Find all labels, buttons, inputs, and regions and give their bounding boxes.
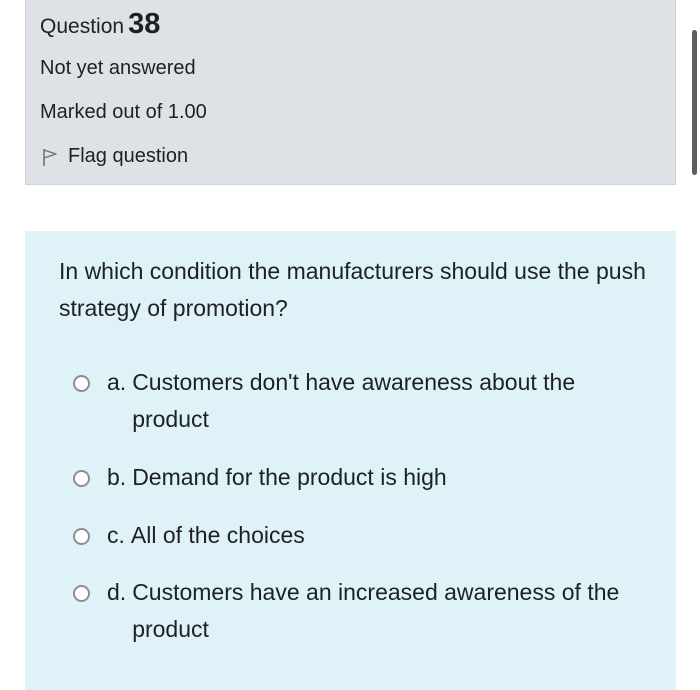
answer-radio-a[interactable]: [73, 375, 90, 392]
answer-radio-b[interactable]: [73, 470, 90, 487]
question-number: 38: [128, 8, 161, 40]
answer-radio-d[interactable]: [73, 585, 90, 602]
answer-letter: b.: [107, 464, 127, 490]
answer-text: Demand for the product is high: [132, 464, 447, 490]
scrollbar-thumb[interactable]: [692, 30, 697, 175]
question-title: Question 38: [40, 8, 160, 41]
answer-option-d[interactable]: d. Customers have an increased awareness…: [73, 574, 632, 648]
answer-text: Customers don't have awareness about the…: [132, 369, 576, 432]
flag-outline-icon: [40, 147, 60, 167]
quiz-page: Question 38 Not yet answered Marked out o…: [0, 0, 700, 690]
flag-question-label: Flag question: [68, 145, 189, 167]
answer-letter: c.: [107, 522, 125, 548]
answer-text: Customers have an increased awareness of…: [132, 579, 620, 642]
answer-text: All of the choices: [130, 522, 305, 548]
question-state: Not yet answered: [40, 57, 196, 79]
question-info-panel: Question 38 Not yet answered Marked out o…: [25, 0, 676, 185]
answer-option-a[interactable]: a. Customers don't have awareness about …: [73, 364, 632, 438]
question-title-prefix: Question: [40, 15, 125, 38]
answer-option-c[interactable]: c. All of the choices: [73, 517, 631, 554]
answer-letter: a.: [107, 369, 127, 395]
answer-option-b[interactable]: b. Demand for the product is high: [73, 459, 632, 496]
answer-letter: d.: [107, 579, 127, 605]
question-grade: Marked out of 1.00: [40, 101, 207, 123]
question-text: In which condition the manufacturers sho…: [59, 258, 646, 321]
flag-question-link[interactable]: Flag question: [40, 145, 188, 168]
answer-radio-c[interactable]: [73, 528, 90, 545]
question-formulation: In which condition the manufacturers sho…: [25, 231, 676, 690]
